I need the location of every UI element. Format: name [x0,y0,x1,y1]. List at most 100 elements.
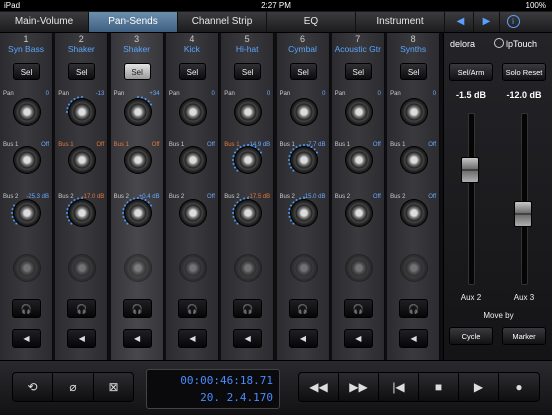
bus1-knob[interactable] [176,143,210,177]
select-button[interactable]: Sel [289,63,317,80]
empty-knob[interactable] [121,251,155,285]
cycle-mode-icon[interactable]: ⟲ [13,373,53,401]
bus2-knob[interactable] [65,196,99,230]
knob-cap [345,99,372,125]
pan-knob[interactable] [10,95,44,129]
empty-knob[interactable] [231,251,265,285]
strip-name[interactable]: Synths [387,44,439,54]
headphones-icon[interactable]: 🎧 [12,299,41,318]
select-button[interactable]: Sel [13,63,40,80]
bus2-knob[interactable] [121,196,155,230]
strip-name[interactable]: Hi-hat [221,44,273,54]
pan-knob[interactable] [176,95,210,129]
sel-arm-button[interactable]: Sel/Arm [449,63,493,81]
mute-speaker-icon[interactable]: ◀ [399,329,429,348]
mute-speaker-icon[interactable]: ◀ [177,329,207,348]
tab-main-volume[interactable]: Main-Volume [0,12,89,32]
select-button[interactable]: Sel [234,63,262,80]
bus1-knob[interactable] [342,143,376,177]
bus1-knob[interactable] [121,143,155,177]
mute-speaker-icon[interactable]: ◀ [233,329,263,348]
marker-button[interactable]: Marker [502,327,546,345]
knob-cap [235,255,262,281]
strip-name[interactable]: Acoustic Gtr [332,44,384,54]
strip-name[interactable]: Shaker [55,44,107,54]
next-arrow-icon[interactable]: ▶ [474,12,500,32]
pan-knob[interactable] [65,95,99,129]
headphones-icon[interactable]: 🎧 [67,299,97,318]
headphones-icon[interactable]: 🎧 [288,299,318,318]
strip-number: 6 [299,34,305,44]
aux2-db-readout: -1.5 dB [455,90,486,100]
tab-instrument[interactable]: Instrument [356,12,445,32]
bus1-knob[interactable] [397,143,431,177]
select-button[interactable]: Sel [344,63,372,80]
rewind-icon[interactable]: ◀◀ [299,373,339,401]
brand-label: delora [450,39,476,49]
mute-speaker-icon[interactable]: ◀ [12,329,41,348]
punch-icon[interactable]: ⊠ [94,373,133,401]
mute-speaker-icon[interactable]: ◀ [343,329,373,348]
select-button[interactable]: Sel [400,63,428,80]
channel-strip: 2 Shaker Sel Pan -13 Bus 1 Off Bus 2 -17… [55,33,109,360]
tab-eq[interactable]: EQ [267,12,356,32]
select-button[interactable]: Sel [123,63,151,80]
headphones-icon[interactable]: 🎧 [177,299,207,318]
bus1-knob[interactable] [10,143,44,177]
cycle-button[interactable]: Cycle [449,327,493,345]
bus1-knob[interactable] [231,143,265,177]
solo-reset-button[interactable]: Solo Reset [502,63,546,81]
empty-knob[interactable] [65,251,99,285]
empty-knob[interactable] [176,251,210,285]
bus2-knob[interactable] [342,196,376,230]
strip-name[interactable]: Cymbal [277,44,329,54]
go-to-start-icon[interactable]: |◀ [379,373,419,401]
info-icon[interactable]: i [500,12,526,32]
play-icon[interactable]: ▶ [459,373,499,401]
prev-arrow-icon[interactable]: ◀ [448,12,474,32]
strip-name[interactable]: Shaker [111,44,163,54]
headphones-icon[interactable]: 🎧 [233,299,263,318]
knob-cap [69,255,96,281]
tab-pan-sends[interactable]: Pan-Sends [89,12,178,32]
empty-knob[interactable] [342,251,376,285]
pan-knob[interactable] [287,95,321,129]
pan-knob[interactable] [121,95,155,129]
metronome-icon[interactable]: ⌀ [53,373,94,401]
bus2-knob[interactable] [397,196,431,230]
headphones-icon[interactable]: 🎧 [343,299,373,318]
move-by-label: Move by [483,311,514,320]
mute-speaker-icon[interactable]: ◀ [288,329,318,348]
headphones-icon[interactable]: 🎧 [399,299,429,318]
bus2-knob[interactable] [287,196,321,230]
aux2-fader-handle[interactable] [461,157,479,183]
fast-forward-icon[interactable]: ▶▶ [339,373,379,401]
aux3-fader-track[interactable] [521,113,528,285]
mode-button-group: ⟲ ⌀ ⊠ [12,372,134,402]
empty-knob[interactable] [397,251,431,285]
mute-speaker-icon[interactable]: ◀ [67,329,97,348]
select-button[interactable]: Sel [178,63,206,80]
knob-cap [345,255,372,281]
mute-speaker-icon[interactable]: ◀ [122,329,152,348]
tab-channel-strip[interactable]: Channel Strip [178,12,267,32]
pan-knob[interactable] [342,95,376,129]
bus1-knob[interactable] [65,143,99,177]
bus2-knob[interactable] [10,196,44,230]
aux2-fader-track[interactable] [468,113,475,285]
select-button[interactable]: Sel [68,63,96,80]
pan-knob[interactable] [397,95,431,129]
pan-knob[interactable] [231,95,265,129]
headphones-icon[interactable]: 🎧 [122,299,152,318]
empty-knob[interactable] [10,251,44,285]
bus1-knob[interactable] [287,143,321,177]
strip-name[interactable]: Kick [166,44,218,54]
bus2-knob[interactable] [176,196,210,230]
knob-cap [345,200,372,226]
aux3-fader-handle[interactable] [514,201,532,227]
stop-icon[interactable]: ■ [419,373,459,401]
record-icon[interactable]: ● [499,373,539,401]
strip-name[interactable]: Syn Bass [0,44,52,54]
empty-knob[interactable] [287,251,321,285]
bus2-knob[interactable] [231,196,265,230]
